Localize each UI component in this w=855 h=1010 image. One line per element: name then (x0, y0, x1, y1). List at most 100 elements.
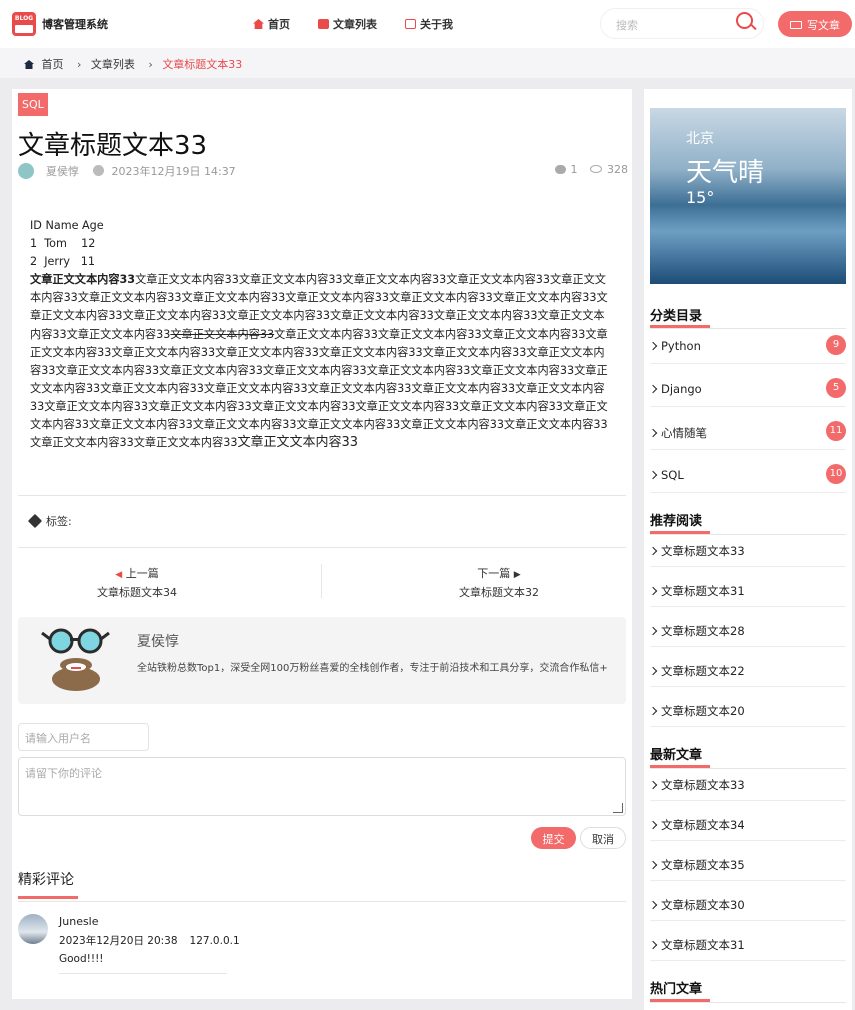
tags-row: 标签: (27, 513, 72, 529)
author-name[interactable]: 夏侯惇 (46, 165, 79, 178)
eye-icon (590, 165, 602, 173)
chevron-right-icon (648, 428, 658, 438)
nav-about[interactable]: 关于我 (405, 16, 453, 32)
category-name: Django (661, 382, 702, 396)
view-count: 328 (607, 163, 628, 176)
comments-title: 精彩评论 (18, 872, 74, 888)
article-body: 文章正文文本内容33文章正文文本内容33文章正文文本内容33文章正文文本内容33… (30, 271, 610, 452)
recommend-item[interactable]: 文章标题文本20 (648, 703, 846, 719)
divider (321, 564, 322, 598)
prev-article-link[interactable]: ◀ 上一篇 文章标题文本34 (97, 565, 177, 600)
divider (650, 880, 846, 881)
publish-date: 2023年12月19日 14:37 (111, 165, 236, 178)
count-badge: 5 (826, 378, 846, 398)
weather-city: 北京 (686, 131, 714, 147)
latest-item[interactable]: 文章标题文本33 (648, 777, 846, 793)
chevron-right-icon (648, 341, 658, 351)
chevron-right-icon (648, 586, 658, 596)
category-item-mood[interactable]: 心情随笔 11 (648, 421, 846, 441)
divider (650, 406, 846, 407)
comment-time: 2023年12月20日 20:38 (59, 935, 178, 947)
latest-title-text: 文章标题文本35 (661, 858, 745, 872)
latest-item[interactable]: 文章标题文本30 (648, 897, 846, 913)
divider (650, 534, 846, 535)
prev-label: 上一篇 (125, 567, 159, 580)
latest-item[interactable]: 文章标题文本34 (648, 817, 846, 833)
divider (59, 973, 227, 974)
author-card: 夏侯惇 全站铁粉总数Top1，深受全网100万粉丝喜爱的全栈创作者，专注于前沿技… (18, 617, 626, 704)
commenter-avatar (18, 914, 48, 944)
next-title: 文章标题文本32 (459, 586, 539, 599)
latest-title-text: 文章标题文本30 (661, 898, 745, 912)
divider (650, 768, 846, 769)
cancel-button[interactable]: 取消 (580, 827, 626, 849)
body-tail: 文章正文文本内容33 (237, 435, 359, 451)
divider (650, 449, 846, 450)
divider (650, 920, 846, 921)
chevron-right-icon (648, 626, 658, 636)
submit-button[interactable]: 提交 (531, 827, 576, 849)
recommend-item[interactable]: 文章标题文本31 (648, 583, 846, 599)
table-row: 1 Tom 12 (30, 237, 96, 251)
chevron-right-icon (648, 940, 658, 950)
nav-home[interactable]: 首页 (253, 16, 290, 32)
next-label: 下一篇 (477, 567, 511, 580)
article-title: 文章标题文本33 (18, 131, 208, 161)
body-lead: 文章正文文本内容33 (30, 273, 136, 287)
divider (18, 495, 626, 496)
table-row: 2 Jerry 11 (30, 255, 95, 269)
nav-article-list[interactable]: 文章列表 (318, 16, 377, 32)
commenter-name[interactable]: Junesle (59, 915, 99, 928)
prev-title: 文章标题文本34 (97, 586, 177, 599)
resize-handle-icon[interactable] (613, 803, 623, 813)
article-list-icon (318, 19, 329, 29)
chevron-right-icon (648, 706, 658, 716)
tags-label: 标签: (46, 515, 72, 528)
recommend-item[interactable]: 文章标题文本33 (648, 543, 846, 559)
title-underline (18, 896, 78, 899)
top-header: BLOG 博客管理系统 首页 文章列表 关于我 搜索 写文章 (0, 0, 855, 48)
article-meta: 夏侯惇 2023年12月19日 14:37 1 328 (18, 163, 628, 179)
comment-ip: 127.0.0.1 (189, 935, 240, 947)
count-badge: 9 (826, 335, 846, 355)
recommend-item[interactable]: 文章标题文本28 (648, 623, 846, 639)
chevron-right-icon: › (148, 58, 153, 71)
breadcrumb-home[interactable]: 首页 (42, 58, 64, 71)
search-icon[interactable] (736, 12, 753, 29)
chevron-right-icon (648, 470, 658, 480)
author-card-name[interactable]: 夏侯惇 (137, 631, 179, 651)
recommend-item[interactable]: 文章标题文本22 (648, 663, 846, 679)
next-article-link[interactable]: 下一篇 ▶ 文章标题文本32 (459, 565, 539, 600)
recommend-title-text: 文章标题文本20 (661, 704, 745, 718)
site-name[interactable]: 博客管理系统 (42, 16, 108, 32)
divider (650, 840, 846, 841)
divider (650, 363, 846, 364)
category-item-sql[interactable]: SQL 10 (648, 464, 846, 484)
weather-description: 天气晴 (686, 158, 765, 188)
category-tag[interactable]: SQL (18, 93, 48, 116)
category-item-python[interactable]: Python 9 (648, 335, 846, 355)
category-item-django[interactable]: Django 5 (648, 378, 846, 398)
latest-item[interactable]: 文章标题文本31 (648, 937, 846, 953)
blog-logo[interactable]: BLOG (12, 12, 36, 36)
keyboard-icon (790, 21, 802, 29)
breadcrumb-article-list[interactable]: 文章列表 (91, 58, 135, 71)
nav-about-label: 关于我 (420, 18, 453, 31)
author-avatar-icon (41, 628, 110, 691)
username-input[interactable]: 请输入用户名 (18, 723, 149, 751)
divider (18, 547, 626, 548)
latest-title-text: 文章标题文本34 (661, 818, 745, 832)
caret-left-icon: ◀ (115, 570, 123, 580)
write-article-button[interactable]: 写文章 (778, 11, 852, 37)
latest-item[interactable]: 文章标题文本35 (648, 857, 846, 873)
article-content: ID Name Age 1 Tom 12 2 Jerry 11 文章正文文本内容… (30, 217, 610, 452)
weather-temperature: 15° (686, 188, 715, 207)
comment-text: Good!!!! (59, 953, 104, 965)
chevron-right-icon (648, 666, 658, 676)
table-header: ID Name Age (30, 219, 104, 232)
chevron-right-icon (648, 900, 658, 910)
comment-textarea[interactable]: 请留下你的评论 (18, 757, 626, 816)
chevron-right-icon (648, 546, 658, 556)
recommend-title-text: 文章标题文本22 (661, 664, 745, 678)
tag-icon (27, 513, 43, 529)
